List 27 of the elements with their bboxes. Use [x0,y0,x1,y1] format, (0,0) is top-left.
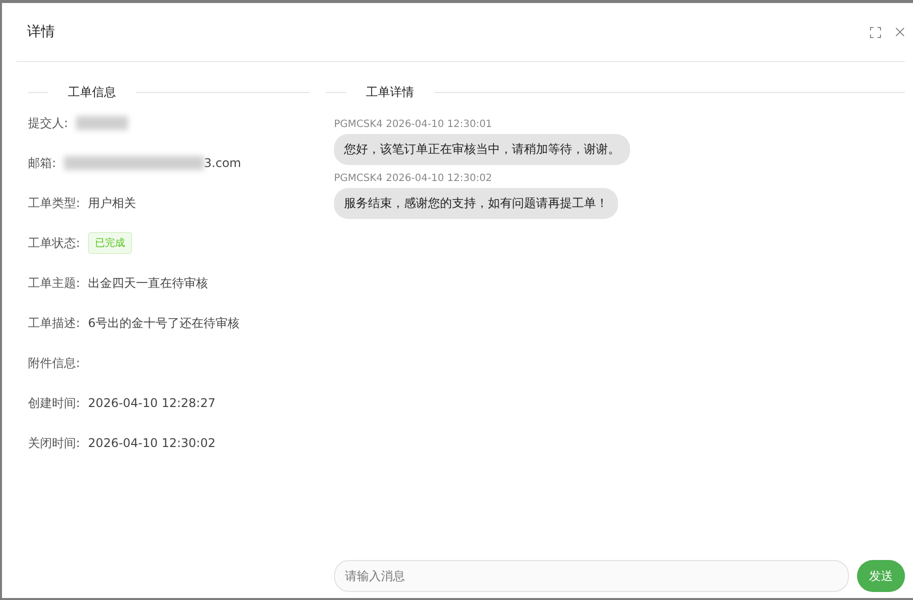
field-label: 工单描述: [28,314,80,332]
dialog-title: 详情 [26,23,55,41]
field-label: 关闭时间: [28,434,80,452]
section-title: 工单详情 [365,84,415,101]
field-label: 邮箱: [28,154,56,172]
field-label: 提交人: [28,114,68,132]
field-value: 2026-04-10 12:30:02 [88,436,216,450]
field-value: 2026-04-10 12:28:27 [88,396,216,410]
message-meta: PGMCSK4 2026-04-10 12:30:01 [334,119,492,130]
field-label: 工单主题: [28,274,80,292]
send-button[interactable]: 发送 [857,560,905,592]
field-label: 创建时间: [28,394,80,412]
status-tag: 已完成 [88,232,132,254]
message-bubble: 您好，该笔订单正在审核当中，请稍加等待，谢谢。 [334,134,630,165]
field-label: 附件信息: [28,354,80,372]
field-label: 工单类型: [28,194,80,212]
section-title: 工单信息 [67,84,117,101]
message-meta: PGMCSK4 2026-04-10 12:30:02 [334,173,492,184]
message-bubble: 服务结束，感谢您的支持，如有问题请再提工单！ [334,188,618,219]
message-input[interactable]: 请输入消息 [334,560,849,592]
field-label: 工单状态: [28,234,80,252]
fullscreen-icon[interactable] [870,26,881,38]
field-value: 3.com [204,156,242,170]
field-value: 用户相关 [88,194,136,212]
field-value: 6号出的金十号了还在待审核 [88,314,240,332]
field-value: 出金四天一直在待审核 [88,274,208,292]
close-icon[interactable] [895,27,905,37]
